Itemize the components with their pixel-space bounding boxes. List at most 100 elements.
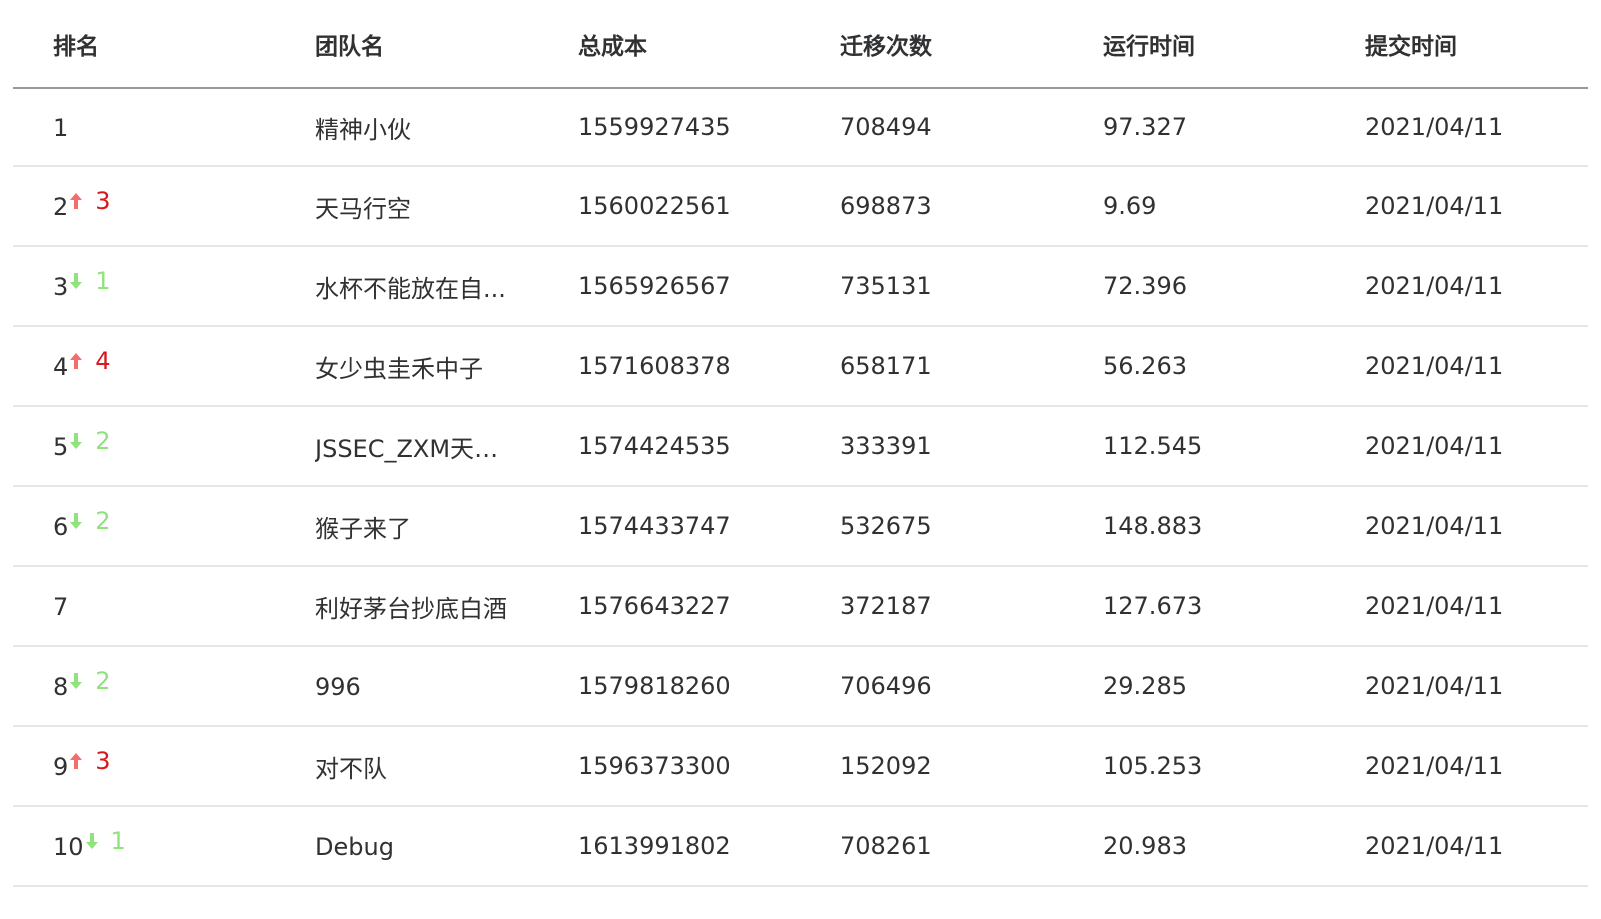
team-cell: JSSEC_ZXM天下... bbox=[275, 406, 538, 487]
cost-cell: 1565926567 bbox=[538, 246, 800, 327]
table-row[interactable]: 8 2 996 1579818260 706496 29.285 2021/04/11 bbox=[13, 646, 1588, 727]
table-row[interactable]: 4 4 女少虫圭禾中子 1571608378 658171 56.263 2021/04/1… bbox=[13, 326, 1588, 407]
rank-change: 2 bbox=[95, 506, 111, 535]
migrations-cell: 372187 bbox=[800, 566, 1063, 647]
team-cell: 996 bbox=[275, 646, 538, 727]
arrow-up-icon bbox=[69, 748, 83, 776]
rank-number: 10 bbox=[53, 832, 84, 861]
submit-time-cell: 2021/04/11 bbox=[1325, 326, 1588, 407]
rank-number: 7 bbox=[53, 592, 69, 621]
rank-number: 1 bbox=[53, 113, 69, 142]
migrations-cell: 658171 bbox=[800, 326, 1063, 407]
team-cell: 利好茅台抄底白酒 bbox=[275, 566, 538, 647]
migrations-cell: 698873 bbox=[800, 166, 1063, 247]
submit-time-cell: 2021/04/11 bbox=[1325, 486, 1588, 567]
rank-cell: 7 bbox=[13, 566, 275, 647]
runtime-cell: 20.983 bbox=[1063, 806, 1325, 887]
team-cell: 天马行空 bbox=[275, 166, 538, 247]
arrow-down-icon bbox=[69, 668, 83, 696]
table-row[interactable]: 9 3 对不队 1596373300 152092 105.253 2021/04/11 bbox=[13, 726, 1588, 807]
team-cell: 猴子来了 bbox=[275, 486, 538, 567]
arrow-down-icon bbox=[69, 268, 83, 296]
submit-time-cell: 2021/04/11 bbox=[1325, 406, 1588, 487]
table-body: 1 精神小伙 1559927435 708494 97.327 2021/04/11 2 3 天… bbox=[13, 88, 1588, 887]
runtime-cell: 56.263 bbox=[1063, 326, 1325, 407]
runtime-cell: 127.673 bbox=[1063, 566, 1325, 647]
leaderboard: 排名 团队名 总成本 迁移次数 运行时间 提交时间 1 精神小伙 155992743… bbox=[13, 0, 1588, 887]
runtime-cell: 9.69 bbox=[1063, 166, 1325, 247]
rank-cell: 44 bbox=[13, 326, 275, 407]
team-cell: Debug bbox=[275, 806, 538, 887]
team-name: Debug bbox=[315, 832, 394, 861]
submit-time-cell: 2021/04/11 bbox=[1325, 806, 1588, 887]
arrow-up-icon bbox=[69, 348, 83, 376]
team-name: 对不队 bbox=[315, 754, 387, 783]
header-team[interactable]: 团队名 bbox=[275, 0, 538, 89]
submit-time-cell: 2021/04/11 bbox=[1325, 246, 1588, 327]
runtime-cell: 29.285 bbox=[1063, 646, 1325, 727]
header-runtime[interactable]: 运行时间 bbox=[1063, 0, 1325, 89]
runtime-cell: 148.883 bbox=[1063, 486, 1325, 567]
header-row: 排名 团队名 总成本 迁移次数 运行时间 提交时间 bbox=[13, 0, 1588, 89]
rank-number: 3 bbox=[53, 272, 69, 301]
table-row[interactable]: 1 精神小伙 1559927435 708494 97.327 2021/04/11 bbox=[13, 88, 1588, 167]
rank-cell: 82 bbox=[13, 646, 275, 727]
team-cell: 水杯不能放在自... bbox=[275, 246, 538, 327]
cost-cell: 1576643227 bbox=[538, 566, 800, 647]
submit-time-cell: 2021/04/11 bbox=[1325, 88, 1588, 167]
cost-cell: 1574424535 bbox=[538, 406, 800, 487]
team-cell: 女少虫圭禾中子 bbox=[275, 326, 538, 407]
rank-number: 8 bbox=[53, 672, 69, 701]
submit-time-cell: 2021/04/11 bbox=[1325, 166, 1588, 247]
migrations-cell: 333391 bbox=[800, 406, 1063, 487]
header-rank[interactable]: 排名 bbox=[13, 0, 275, 89]
header-submit-time[interactable]: 提交时间 bbox=[1325, 0, 1588, 89]
rank-cell: 23 bbox=[13, 166, 275, 247]
rank-change: 3 bbox=[95, 186, 111, 215]
table-row[interactable]: 2 3 天马行空 1560022561 698873 9.69 2021/04/11 bbox=[13, 166, 1588, 247]
rank-change: 3 bbox=[95, 746, 111, 775]
submit-time-cell: 2021/04/11 bbox=[1325, 726, 1588, 807]
rank-cell: 31 bbox=[13, 246, 275, 327]
migrations-cell: 735131 bbox=[800, 246, 1063, 327]
cost-cell: 1559927435 bbox=[538, 88, 800, 167]
team-name: 女少虫圭禾中子 bbox=[315, 354, 483, 383]
team-cell: 精神小伙 bbox=[275, 88, 538, 167]
rank-cell: 62 bbox=[13, 486, 275, 567]
runtime-cell: 72.396 bbox=[1063, 246, 1325, 327]
table-row[interactable]: 10 1 Debug 1613991802 708261 20.983 2021/04/11 bbox=[13, 806, 1588, 887]
cost-cell: 1571608378 bbox=[538, 326, 800, 407]
leaderboard-table: 排名 团队名 总成本 迁移次数 运行时间 提交时间 1 精神小伙 155992743… bbox=[13, 0, 1588, 887]
migrations-cell: 708261 bbox=[800, 806, 1063, 887]
table-row[interactable]: 7 利好茅台抄底白酒 1576643227 372187 127.673 2021/04/… bbox=[13, 566, 1588, 647]
table-row[interactable]: 6 2 猴子来了 1574433747 532675 148.883 2021/04/11 bbox=[13, 486, 1588, 567]
rank-number: 4 bbox=[53, 352, 69, 381]
arrow-down-icon bbox=[69, 508, 83, 536]
header-migrations[interactable]: 迁移次数 bbox=[800, 0, 1063, 89]
submit-time-cell: 2021/04/11 bbox=[1325, 566, 1588, 647]
arrow-down-icon bbox=[69, 428, 83, 456]
table-row[interactable]: 5 2 JSSEC_ZXM天下... 1574424535 333391 112.545 2… bbox=[13, 406, 1588, 487]
header-cost[interactable]: 总成本 bbox=[538, 0, 800, 89]
rank-change: 2 bbox=[95, 666, 111, 695]
rank-cell: 52 bbox=[13, 406, 275, 487]
rank-change: 4 bbox=[95, 346, 111, 375]
cost-cell: 1613991802 bbox=[538, 806, 800, 887]
arrow-up-icon bbox=[69, 188, 83, 216]
migrations-cell: 708494 bbox=[800, 88, 1063, 167]
rank-number: 2 bbox=[53, 192, 69, 221]
rank-number: 9 bbox=[53, 752, 69, 781]
team-name: 利好茅台抄底白酒 bbox=[315, 594, 507, 623]
runtime-cell: 97.327 bbox=[1063, 88, 1325, 167]
team-name: 精神小伙 bbox=[315, 115, 411, 144]
cost-cell: 1574433747 bbox=[538, 486, 800, 567]
cost-cell: 1579818260 bbox=[538, 646, 800, 727]
migrations-cell: 532675 bbox=[800, 486, 1063, 567]
team-name: 996 bbox=[315, 672, 361, 701]
team-name: 天马行空 bbox=[315, 194, 411, 223]
table-row[interactable]: 3 1 水杯不能放在自... 1565926567 735131 72.396 2021/0… bbox=[13, 246, 1588, 327]
rank-cell: 10 1 bbox=[13, 806, 275, 887]
runtime-cell: 112.545 bbox=[1063, 406, 1325, 487]
team-cell: 对不队 bbox=[275, 726, 538, 807]
cost-cell: 1560022561 bbox=[538, 166, 800, 247]
